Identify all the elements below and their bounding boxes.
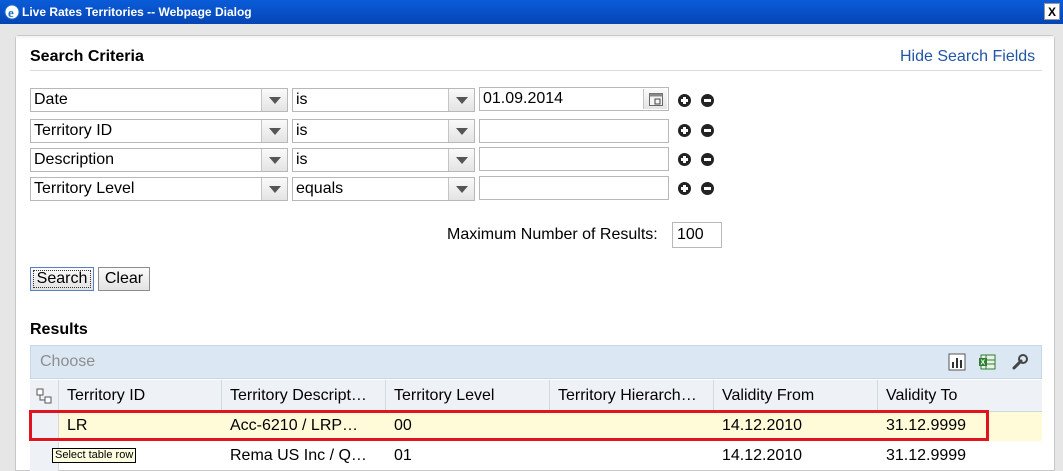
- chart-icon[interactable]: [948, 353, 966, 371]
- minus-circle-icon[interactable]: [701, 94, 714, 107]
- field-select-territory-id[interactable]: Territory ID: [30, 119, 288, 143]
- column-header-territory-level[interactable]: Territory Level: [386, 380, 550, 412]
- max-results-input[interactable]: 100: [672, 222, 722, 248]
- results-table-header: Territory ID Territory Descript… Territo…: [30, 380, 1042, 412]
- plus-circle-icon[interactable]: [678, 124, 691, 137]
- excel-export-icon[interactable]: X: [979, 353, 997, 371]
- column-selector-cell[interactable]: [30, 380, 59, 412]
- svg-text:X: X: [981, 360, 986, 367]
- chevron-down-icon[interactable]: [261, 120, 287, 142]
- field-select-value: Date: [34, 91, 68, 108]
- operator-select-territory-id[interactable]: is: [292, 119, 475, 143]
- plus-circle-icon[interactable]: [678, 182, 691, 195]
- chevron-down-icon[interactable]: [448, 149, 474, 171]
- field-select-value: Territory ID: [34, 122, 113, 139]
- column-header-label: Territory Level: [394, 387, 495, 404]
- row-select-tooltip: Select table row: [52, 448, 137, 463]
- chevron-down-icon[interactable]: [261, 178, 287, 200]
- chevron-down-icon[interactable]: [261, 149, 287, 171]
- calendar-icon[interactable]: [643, 89, 667, 109]
- chevron-down-icon[interactable]: [261, 89, 287, 111]
- column-header-label: Territory ID: [67, 387, 146, 404]
- results-title: Results: [30, 321, 88, 338]
- minus-circle-icon[interactable]: [701, 182, 714, 195]
- column-header-label: Territory Descript…: [230, 387, 367, 404]
- close-button[interactable]: X: [1044, 3, 1060, 20]
- column-header-validity-to[interactable]: Validity To: [878, 380, 1042, 412]
- cell-territory-level: 01: [394, 447, 412, 464]
- operator-select-description[interactable]: is: [292, 148, 475, 172]
- column-header-label: Territory Hierarch…: [558, 387, 697, 404]
- table-row[interactable]: Rema US Inc / Q… 01 14.12.2010 31.12.999…: [30, 442, 1042, 471]
- column-header-validity-from[interactable]: Validity From: [714, 380, 878, 412]
- search-criteria-title: Search Criteria: [30, 48, 144, 65]
- window-titlebar: e Live Rates Territories -- Webpage Dial…: [0, 0, 1063, 24]
- svg-text:e: e: [8, 5, 14, 20]
- column-header-territory-id[interactable]: Territory ID: [59, 380, 222, 412]
- operator-select-value: is: [296, 91, 308, 108]
- hide-search-fields-link[interactable]: Hide Search Fields: [900, 48, 1035, 66]
- choose-layout-select[interactable]: Choose: [40, 353, 95, 371]
- territory-level-input[interactable]: [479, 176, 669, 200]
- cell-validity-to: 31.12.9999: [886, 447, 967, 464]
- field-select-territory-level[interactable]: Territory Level: [30, 177, 288, 201]
- chevron-down-icon[interactable]: [448, 178, 474, 200]
- wrench-icon[interactable]: [1011, 353, 1029, 371]
- cell-territory-description: Rema US Inc / Q…: [230, 447, 367, 464]
- ie-icon: e: [4, 4, 20, 20]
- operator-select-value: equals: [296, 180, 344, 197]
- highlight-box: [29, 410, 989, 441]
- field-select-description[interactable]: Description: [30, 148, 288, 172]
- field-select-value: Territory Level: [34, 180, 135, 197]
- date-value-input[interactable]: 01.09.2014: [479, 87, 669, 111]
- max-results-label: Maximum Number of Results:: [447, 226, 658, 243]
- operator-select-date[interactable]: is: [292, 88, 475, 112]
- operator-select-value: is: [296, 122, 308, 139]
- date-value: 01.09.2014: [483, 90, 564, 107]
- operator-select-value: is: [296, 151, 308, 168]
- minus-circle-icon[interactable]: [701, 124, 714, 137]
- field-select-value: Description: [34, 151, 115, 168]
- operator-select-territory-level[interactable]: equals: [292, 177, 475, 201]
- hierarchy-icon[interactable]: [36, 388, 53, 405]
- description-input[interactable]: [479, 147, 669, 171]
- plus-circle-icon[interactable]: [678, 94, 691, 107]
- column-header-label: Validity From: [722, 387, 815, 404]
- chevron-down-icon[interactable]: [448, 89, 474, 111]
- plus-circle-icon[interactable]: [678, 153, 691, 166]
- minus-circle-icon[interactable]: [701, 153, 714, 166]
- divider: [30, 70, 1042, 71]
- column-header-territory-hierarchy[interactable]: Territory Hierarch…: [550, 380, 714, 412]
- max-results-value: 100: [677, 226, 704, 243]
- search-button[interactable]: Search: [30, 267, 94, 291]
- field-select-date[interactable]: Date: [30, 88, 288, 112]
- column-header-territory-description[interactable]: Territory Descript…: [222, 380, 386, 412]
- window-title: Live Rates Territories -- Webpage Dialog: [22, 5, 252, 19]
- chevron-down-icon[interactable]: [448, 120, 474, 142]
- cell-validity-from: 14.12.2010: [722, 447, 803, 464]
- clear-button[interactable]: Clear: [98, 267, 150, 291]
- territory-id-input[interactable]: [479, 119, 669, 143]
- column-header-label: Validity To: [886, 387, 958, 404]
- results-toolbar: Choose X: [30, 345, 1042, 379]
